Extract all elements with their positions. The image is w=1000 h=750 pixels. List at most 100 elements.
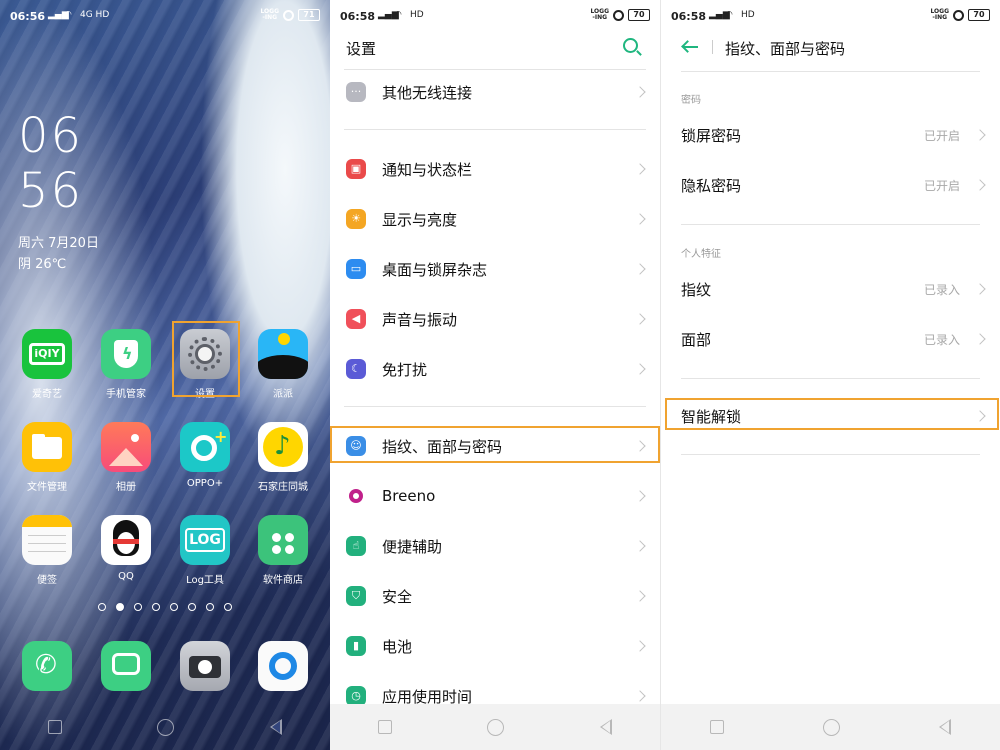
settings-item-notifications[interactable]: ▣ 通知与状态栏 xyxy=(330,144,660,194)
app-paipai[interactable]: 派派 xyxy=(244,329,322,400)
chevron-right-icon xyxy=(974,129,986,141)
settings-item-security[interactable]: ⛉ 安全 xyxy=(330,571,660,621)
fingerprint-row[interactable]: 指纹 已录入 xyxy=(661,264,1000,314)
search-icon[interactable] xyxy=(623,38,638,53)
status-bar: 06:56 ▂▄▆ ◠ 4G HD LOGG -ING 71 xyxy=(0,0,330,34)
app-qq[interactable]: QQ xyxy=(87,515,165,582)
page-dot[interactable] xyxy=(152,603,160,611)
dock-phone[interactable]: ✆ xyxy=(8,641,86,691)
status-bar: 06:58 ▂▄▆ ◠ HD LOGG -ING 70 xyxy=(661,0,1000,34)
app-shijiazhuang[interactable]: ♪ 石家庄同城 xyxy=(244,422,322,493)
settings-item-sound[interactable]: ◀ 声音与振动 xyxy=(330,294,660,344)
status-time: 06:58 xyxy=(671,10,707,23)
page-indicator xyxy=(98,603,232,611)
settings-item-breeno[interactable]: Breeno xyxy=(330,471,660,521)
battery-icon: 71 xyxy=(298,9,320,21)
wifi-icon: ◠ xyxy=(394,10,402,20)
back-button[interactable] xyxy=(600,719,613,735)
notes-icon xyxy=(22,515,72,565)
paipai-icon xyxy=(258,329,308,379)
security-panel: 06:58 ▂▄▆ ◠ HD LOGG -ING 70 指纹、面部与密码 密码 锁… xyxy=(660,0,1000,750)
photos-icon xyxy=(101,422,151,472)
home-button[interactable] xyxy=(157,718,175,736)
network-type: HD xyxy=(410,10,424,20)
section-divider xyxy=(344,129,646,130)
status-bar: 06:58 ▂▄▆ ◠ HD LOGG -ING 70 xyxy=(330,0,660,34)
home-button[interactable] xyxy=(822,718,840,736)
dock-browser[interactable] xyxy=(244,641,322,691)
assist-icon: ☝ xyxy=(346,536,366,556)
status-text: 已开启 xyxy=(923,178,960,193)
app-log-tool[interactable]: LOG Log工具 xyxy=(166,515,244,586)
log-tool-icon: LOG xyxy=(180,515,230,565)
privacy-password-row[interactable]: 隐私密码 已开启 xyxy=(661,160,1000,210)
app-notes[interactable]: 便签 xyxy=(8,515,86,586)
section-divider xyxy=(681,378,980,379)
settings-item-do-not-disturb[interactable]: ☾ 免打扰 xyxy=(330,344,660,394)
moon-icon: ☾ xyxy=(346,359,366,379)
notification-icon: ▣ xyxy=(346,159,366,179)
back-button[interactable] xyxy=(270,719,283,735)
dock-camera[interactable] xyxy=(166,641,244,691)
navigation-bar xyxy=(661,704,1000,750)
dock-messages[interactable] xyxy=(87,641,165,691)
page-dot[interactable] xyxy=(224,603,232,611)
recent-apps-button[interactable] xyxy=(377,720,392,734)
status-time: 06:58 xyxy=(340,10,376,23)
page-dot[interactable] xyxy=(170,603,178,611)
breeno-icon xyxy=(346,486,366,506)
settings-item-battery[interactable]: ▮ 电池 xyxy=(330,621,660,671)
settings-item-display[interactable]: ☀ 显示与亮度 xyxy=(330,194,660,244)
wifi-icon: ◠ xyxy=(725,10,733,20)
qq-penguin-icon xyxy=(101,515,151,565)
face-row[interactable]: 面部 已录入 xyxy=(661,314,1000,364)
app-photos[interactable]: 相册 xyxy=(87,422,165,493)
lock-screen-password-row[interactable]: 锁屏密码 已开启 xyxy=(661,110,1000,160)
clock-minute: 56 xyxy=(18,163,84,219)
section-divider xyxy=(344,406,646,407)
back-button[interactable] xyxy=(938,719,951,735)
oppo-plus-icon: + xyxy=(180,422,230,472)
battery-icon: ▮ xyxy=(346,636,366,656)
date-text: 周六 7月20日 xyxy=(18,236,99,251)
folder-icon xyxy=(22,422,72,472)
page-dot[interactable] xyxy=(98,603,106,611)
chevron-right-icon xyxy=(974,283,986,295)
app-oppo-plus[interactable]: + OPPO+ xyxy=(166,422,244,489)
more-dots-icon: ··· xyxy=(346,82,366,102)
browser-icon xyxy=(258,641,308,691)
settings-highlight-box xyxy=(172,321,240,397)
app-store[interactable]: 软件商店 xyxy=(244,515,322,586)
app-iqiyi[interactable]: iQIY 爱奇艺 xyxy=(8,329,86,400)
navigation-bar xyxy=(0,704,330,750)
home-button[interactable] xyxy=(487,718,505,736)
network-type: 4G HD xyxy=(80,10,110,20)
recent-apps-button[interactable] xyxy=(710,720,725,734)
battery-icon: 70 xyxy=(968,9,990,21)
page-dot[interactable] xyxy=(206,603,214,611)
logging-indicator: LOGG -ING xyxy=(930,8,949,21)
network-type: HD xyxy=(741,10,755,20)
page-dot-active[interactable] xyxy=(116,603,124,611)
alarm-icon xyxy=(613,9,624,21)
alarm-icon xyxy=(953,9,964,21)
message-icon xyxy=(101,641,151,691)
usage-time-icon: ◷ xyxy=(346,686,366,706)
wallpaper-icon: ▭ xyxy=(346,259,366,279)
back-arrow-icon[interactable] xyxy=(683,46,698,48)
page-dot[interactable] xyxy=(134,603,142,611)
settings-item-assist[interactable]: ☝ 便捷辅助 xyxy=(330,521,660,571)
chevron-right-icon xyxy=(974,179,986,191)
section-label-biometrics: 个人特征 xyxy=(681,249,721,260)
settings-item-other-wireless[interactable]: ··· 其他无线连接 xyxy=(330,67,660,117)
app-file-manager[interactable]: 文件管理 xyxy=(8,422,86,493)
app-phone-manager[interactable]: ϟ 手机管家 xyxy=(87,329,165,400)
section-label-password: 密码 xyxy=(681,95,701,106)
page-dot[interactable] xyxy=(188,603,196,611)
recent-apps-button[interactable] xyxy=(47,720,62,734)
phone-manager-icon: ϟ xyxy=(101,329,151,379)
iqiyi-icon: iQIY xyxy=(22,329,72,379)
music-note-icon: ♪ xyxy=(258,422,308,472)
alarm-icon xyxy=(283,9,294,21)
settings-item-wallpaper[interactable]: ▭ 桌面与锁屏杂志 xyxy=(330,244,660,294)
